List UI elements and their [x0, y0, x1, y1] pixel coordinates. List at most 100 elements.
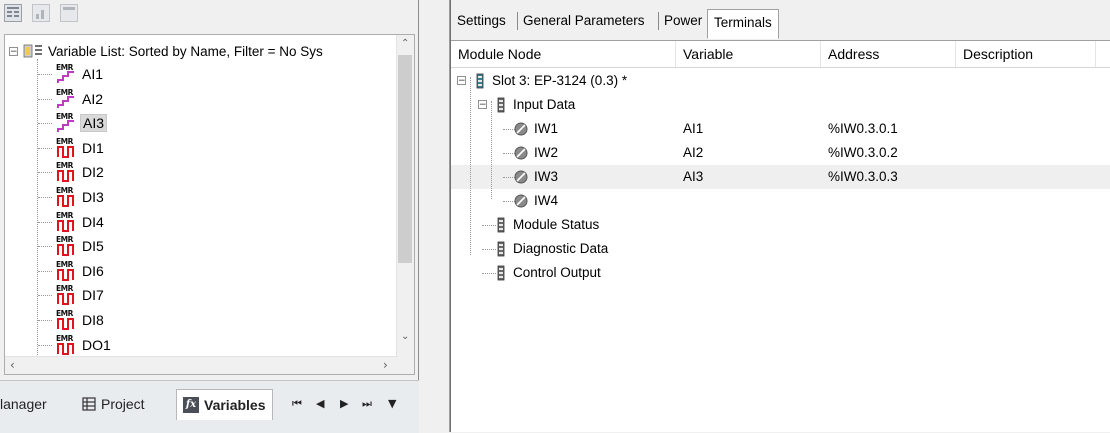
- variable-item-label: AI1: [82, 66, 104, 82]
- table-row[interactable]: − Input Data: [451, 93, 1110, 117]
- variable-tree: − Variable List: Sorted by Name, Filter …: [4, 34, 415, 375]
- tab-terminals[interactable]: Terminals: [707, 9, 779, 39]
- first-tab-icon[interactable]: ⏮: [292, 397, 302, 411]
- variable-item-label: AI3: [80, 114, 108, 133]
- scroll-right-icon[interactable]: ›: [383, 358, 388, 372]
- tab-menu-icon[interactable]: ▼: [388, 397, 396, 410]
- table-row[interactable]: Module Status: [451, 213, 1110, 237]
- analog-variable-icon: EMR: [53, 88, 79, 110]
- cell-address: %IW0.3.0.2: [828, 145, 898, 160]
- table-row[interactable]: IW1 AI1 %IW0.3.0.1: [451, 117, 1110, 141]
- window-icon[interactable]: [60, 4, 78, 22]
- variable-item[interactable]: EMR DI6: [53, 260, 106, 282]
- cell-module-node: IW3: [534, 169, 559, 184]
- slot-module-icon: [476, 73, 484, 89]
- panel-toolbar: [4, 4, 78, 28]
- table-row[interactable]: IW3 AI3 %IW0.3.0.3: [451, 165, 1110, 189]
- scroll-up-icon[interactable]: ⌃: [401, 38, 409, 49]
- collapse-icon[interactable]: −: [457, 76, 466, 86]
- scroll-thumb[interactable]: [398, 55, 412, 263]
- digital-variable-icon: EMR: [53, 137, 79, 159]
- analog-variable-icon: EMR: [53, 63, 79, 85]
- bottom-tab-bar: lanager Project fx Variables ⏮ ◀ ▶ ⏭ ▼: [0, 380, 419, 433]
- variable-item[interactable]: EMR AI2: [53, 88, 105, 110]
- table-row[interactable]: Diagnostic Data: [451, 237, 1110, 261]
- column-header-address[interactable]: Address: [821, 41, 956, 67]
- cell-module-node: Slot 3: EP-3124 (0.3) *: [492, 73, 628, 88]
- variable-item[interactable]: EMR DO1: [53, 334, 113, 356]
- collapse-icon[interactable]: −: [478, 100, 487, 110]
- cell-module-node: Input Data: [513, 97, 576, 112]
- terminal-channel-icon: [514, 122, 528, 136]
- tab-power[interactable]: Power: [664, 13, 702, 28]
- digital-variable-icon: EMR: [53, 161, 79, 183]
- variable-item-label: DO1: [82, 336, 111, 353]
- variable-item-label: DI1: [82, 139, 104, 156]
- vertical-scrollbar[interactable]: ⌃ ⌄: [396, 35, 414, 374]
- variable-item-label: DI7: [82, 287, 104, 304]
- data-group-icon: [497, 265, 505, 281]
- variable-item-label: DI4: [82, 213, 104, 230]
- variable-item[interactable]: EMR DI7: [53, 284, 106, 306]
- chart-icon[interactable]: [32, 4, 50, 22]
- next-tab-icon[interactable]: ▶: [340, 397, 348, 410]
- table-row[interactable]: IW2 AI2 %IW0.3.0.2: [451, 141, 1110, 165]
- column-header-module-node[interactable]: Module Node: [451, 41, 676, 67]
- grid-icon[interactable]: [4, 4, 22, 22]
- panel-splitter[interactable]: [419, 0, 450, 432]
- horizontal-scrollbar[interactable]: ‹ ›: [5, 356, 398, 374]
- project-icon: [82, 397, 96, 411]
- cell-variable: AI3: [683, 169, 704, 184]
- cell-module-node: Control Output: [513, 265, 601, 280]
- prev-tab-icon[interactable]: ◀: [316, 397, 324, 410]
- column-header-variable[interactable]: Variable: [676, 41, 821, 67]
- cell-module-node: IW2: [534, 145, 559, 160]
- tab-project[interactable]: Project: [82, 391, 145, 417]
- cell-address: %IW0.3.0.1: [828, 121, 898, 136]
- variable-item[interactable]: EMR DI2: [53, 161, 106, 183]
- cell-module-node: IW4: [534, 193, 559, 208]
- collapse-icon[interactable]: −: [9, 46, 18, 56]
- variable-item[interactable]: EMR DI1: [53, 137, 106, 159]
- digital-variable-icon: EMR: [53, 309, 79, 331]
- variable-item[interactable]: EMR AI3: [53, 112, 108, 134]
- table-row[interactable]: IW4: [451, 189, 1110, 213]
- digital-variable-icon: EMR: [53, 284, 79, 306]
- digital-variable-icon: EMR: [53, 211, 79, 233]
- variable-item-label: DI5: [82, 238, 104, 255]
- variable-item-label: DI2: [82, 164, 104, 181]
- terminal-channel-icon: [514, 170, 528, 184]
- tab-manager-label: lanager: [0, 396, 47, 412]
- variable-list-icon: [22, 43, 44, 59]
- cell-module-node: Module Status: [513, 217, 600, 232]
- tab-project-label: Project: [101, 396, 145, 412]
- terminal-channel-icon: [514, 146, 528, 160]
- last-tab-icon[interactable]: ⏭: [362, 397, 372, 411]
- variable-item-label: DI6: [82, 262, 104, 279]
- scroll-left-icon[interactable]: ‹: [10, 358, 15, 372]
- variable-item[interactable]: EMR DI3: [53, 186, 106, 208]
- variable-item[interactable]: EMR DI5: [53, 235, 106, 257]
- table-row[interactable]: Control Output: [451, 261, 1110, 285]
- variable-item-label: DI8: [82, 312, 104, 328]
- module-terminals-panel: Settings General Parameters Power Termin…: [450, 0, 1110, 432]
- tab-variables[interactable]: fx Variables: [176, 389, 273, 420]
- variable-item[interactable]: EMR AI1: [53, 63, 105, 85]
- variable-item-label: AI2: [82, 90, 104, 107]
- data-group-icon: [497, 97, 505, 113]
- data-group-icon: [497, 241, 505, 257]
- tree-root[interactable]: − Variable List: Sorted by Name, Filter …: [9, 41, 323, 61]
- digital-variable-icon: EMR: [53, 260, 79, 282]
- tab-manager[interactable]: lanager: [0, 391, 47, 417]
- tab-general-parameters[interactable]: General Parameters: [523, 13, 645, 28]
- variable-item[interactable]: EMR DI4: [53, 211, 106, 233]
- settings-tab-bar: Settings General Parameters Power Termin…: [451, 0, 1110, 41]
- variable-item[interactable]: EMR DI8: [53, 309, 106, 331]
- table-row[interactable]: − Slot 3: EP-3124 (0.3) *: [451, 69, 1110, 93]
- column-header-description[interactable]: Description: [956, 41, 1096, 67]
- cell-module-node: Diagnostic Data: [513, 241, 609, 256]
- data-group-icon: [497, 217, 505, 233]
- scroll-down-icon[interactable]: ⌄: [401, 331, 409, 342]
- analog-variable-icon: EMR: [53, 112, 79, 134]
- tab-settings[interactable]: Settings: [457, 13, 506, 28]
